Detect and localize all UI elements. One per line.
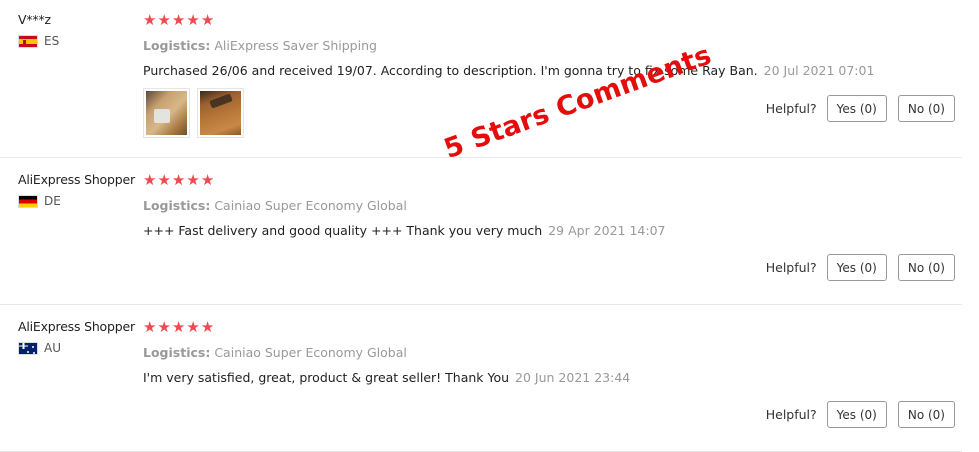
star-icon: ★	[143, 317, 157, 336]
country-code: DE	[44, 194, 61, 208]
helpful-votes: Helpful? Yes (0) No (0)	[766, 95, 955, 122]
logistics-label: Logistics:	[143, 38, 211, 53]
helpful-label: Helpful?	[765, 101, 817, 116]
review-body: ★ ★ ★ ★ ★ Logistics: Cainiao Super Econo…	[143, 172, 962, 238]
helpful-no-button[interactable]: No (0)	[897, 254, 955, 281]
reviewer-name: AliExpress Shopper	[18, 319, 135, 334]
logistics-info: Logistics: Cainiao Super Economy Global	[143, 345, 962, 360]
helpful-votes: Helpful? Yes (0) No (0)	[766, 254, 955, 281]
review-date: 20 Jun 2021 23:44	[515, 370, 631, 385]
reviewer-country: ES	[18, 34, 143, 48]
logistics-value: Cainiao Super Economy Global	[214, 198, 407, 213]
review-date: 20 Jul 2021 07:01	[763, 63, 875, 78]
star-rating: ★ ★ ★ ★ ★	[143, 12, 962, 28]
review-item: AliExpress Shopper AU ★ ★ ★ ★ ★ Logistic…	[0, 319, 962, 452]
star-icon: ★	[200, 170, 215, 189]
review-comment: I'm very satisfied, great, product & gre…	[143, 370, 962, 385]
australia-flag-icon	[18, 341, 38, 355]
review-photo-thumbnail[interactable]	[143, 88, 190, 138]
star-icon: ★	[143, 170, 157, 189]
country-code: ES	[44, 34, 60, 48]
reviewer-info: AliExpress Shopper AU	[18, 319, 143, 355]
review-comment: +++ Fast delivery and good quality +++ T…	[143, 223, 962, 238]
star-icon: ★	[171, 10, 186, 29]
country-code: AU	[44, 341, 61, 355]
photo-image	[146, 91, 187, 135]
helpful-votes: Helpful? Yes (0) No (0)	[766, 401, 955, 428]
star-icon: ★	[171, 170, 186, 189]
reviewer-country: AU	[18, 341, 143, 355]
reviewer-info: AliExpress Shopper DE	[18, 172, 143, 208]
review-body: ★ ★ ★ ★ ★ Logistics: Cainiao Super Econo…	[143, 319, 962, 385]
logistics-value: Cainiao Super Economy Global	[214, 345, 407, 360]
helpful-yes-button[interactable]: Yes (0)	[826, 401, 887, 428]
review-photo-thumbnail[interactable]	[197, 88, 244, 138]
logistics-value: AliExpress Saver Shipping	[214, 38, 377, 53]
logistics-label: Logistics:	[143, 345, 211, 360]
helpful-yes-button[interactable]: Yes (0)	[826, 95, 887, 122]
helpful-label: Helpful?	[765, 260, 817, 275]
star-icon: ★	[186, 170, 200, 189]
helpful-no-button[interactable]: No (0)	[897, 95, 955, 122]
logistics-info: Logistics: AliExpress Saver Shipping	[143, 38, 962, 53]
star-icon: ★	[186, 10, 200, 29]
photo-image	[200, 91, 241, 135]
reviewer-name: V***z	[18, 12, 51, 27]
reviewer-info: V***z ES	[18, 12, 143, 48]
review-comment: Purchased 26/06 and received 19/07. Acco…	[143, 63, 962, 78]
reviewer-country: DE	[18, 194, 143, 208]
star-icon: ★	[143, 10, 157, 29]
star-rating: ★ ★ ★ ★ ★	[143, 319, 962, 335]
logistics-label: Logistics:	[143, 198, 211, 213]
star-icon: ★	[157, 170, 171, 189]
star-icon: ★	[157, 10, 171, 29]
comment-text: I'm very satisfied, great, product & gre…	[143, 370, 510, 385]
spain-flag-icon	[18, 34, 38, 48]
comment-text: +++ Fast delivery and good quality +++ T…	[143, 223, 543, 238]
star-icon: ★	[200, 317, 215, 336]
review-item: AliExpress Shopper DE ★ ★ ★ ★ ★ Logistic…	[0, 172, 962, 305]
helpful-label: Helpful?	[765, 407, 817, 422]
star-icon: ★	[171, 317, 186, 336]
review-date: 29 Apr 2021 14:07	[548, 223, 666, 238]
star-icon: ★	[157, 317, 171, 336]
reviewer-name: AliExpress Shopper	[18, 172, 135, 187]
star-rating: ★ ★ ★ ★ ★	[143, 172, 962, 188]
star-icon: ★	[200, 10, 215, 29]
helpful-no-button[interactable]: No (0)	[897, 401, 955, 428]
germany-flag-icon	[18, 194, 38, 208]
star-icon: ★	[186, 317, 200, 336]
logistics-info: Logistics: Cainiao Super Economy Global	[143, 198, 962, 213]
helpful-yes-button[interactable]: Yes (0)	[826, 254, 887, 281]
